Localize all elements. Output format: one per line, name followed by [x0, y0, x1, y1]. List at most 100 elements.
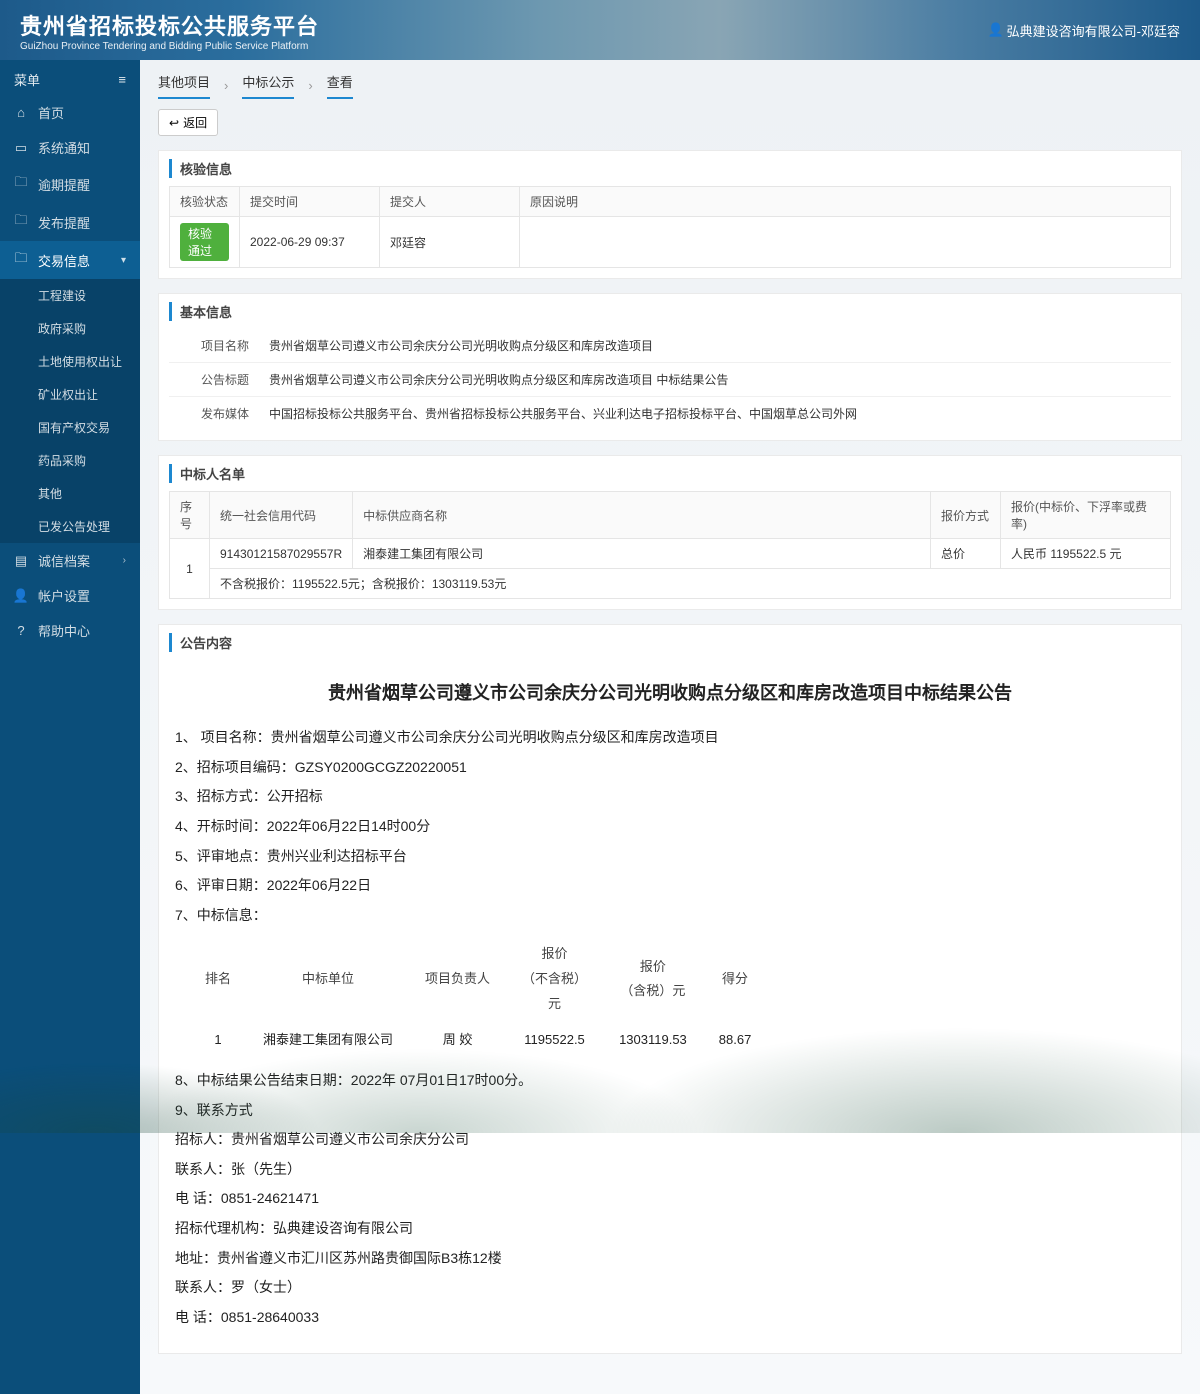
sidebar-item-label: 交易信息 — [38, 251, 90, 270]
sidebar-item-label: 帐户设置 — [38, 586, 90, 605]
cell-reason — [520, 217, 1171, 268]
td: 1303119.53 — [603, 1022, 703, 1059]
menu-toggle-icon[interactable]: ≡ — [118, 72, 126, 87]
cell-idx: 1 — [170, 539, 210, 599]
sidebar-item[interactable]: ▤ 诚信档案 › — [0, 543, 140, 578]
main-content: 其他项目 › 中标公示 › 查看 ↩ 返回 核验信息 核验状态 提交时间 提交人… — [140, 60, 1200, 1394]
sidebar: 菜单 ≡ ⌂首页▭系统通知🗀逾期提醒🗀发布提醒🗀交易信息▾工程建设政府采购土地使… — [0, 60, 140, 1394]
th-submitter: 提交人 — [380, 187, 520, 217]
td: 1195522.5 — [506, 1022, 603, 1059]
sidebar-item[interactable]: ⌂首页 — [0, 95, 140, 130]
kv-label: 项目名称 — [169, 329, 259, 362]
sidebar-item-label: 逾期提醒 — [38, 175, 90, 194]
cell-usci: 91430121587029557R — [210, 539, 353, 569]
announce-line: 1、 项目名称：贵州省烟草公司遵义市公司余庆分公司光明收购点分级区和库房改造项目 — [175, 724, 1165, 751]
kv-label: 发布媒体 — [169, 397, 259, 430]
cell-price: 人民币 1195522.5 元 — [1001, 539, 1171, 569]
sidebar-item[interactable]: 🗀发布提醒 — [0, 203, 140, 241]
sidebar-item[interactable]: ▭ 系统通知 — [0, 130, 140, 165]
table-row: 1 91430121587029557R 湘泰建工集团有限公司 总价 人民币 1… — [170, 539, 1171, 569]
table-row: 核验通过 2022-06-29 09:37 邓廷容 — [170, 217, 1171, 268]
announce-line: 联系人：罗（女士） — [175, 1274, 1165, 1301]
sidebar-subitem[interactable]: 药品采购 — [0, 444, 140, 477]
th: 报价 （含税）元 — [603, 936, 703, 1022]
back-label: 返回 — [183, 114, 207, 131]
table-row: 不含税报价：1195522.5元；含税报价：1303119.53元 — [170, 569, 1171, 599]
verify-panel: 核验信息 核验状态 提交时间 提交人 原因说明 核验通过 2022-06-29 … — [158, 150, 1182, 279]
sidebar-subitem[interactable]: 其他 — [0, 477, 140, 510]
sidebar-item[interactable]: 🗀逾期提醒 — [0, 165, 140, 203]
th: 得分 — [703, 936, 768, 1022]
sidebar-subitem[interactable]: 工程建设 — [0, 279, 140, 312]
announce-line: 4、开标时间：2022年06月22日14时00分 — [175, 813, 1165, 840]
brand-subtitle: GuiZhou Province Tendering and Bidding P… — [20, 41, 319, 52]
cell-method: 总价 — [931, 539, 1001, 569]
announce-line: 6、评审日期：2022年06月22日 — [175, 872, 1165, 899]
announce-line: 7、中标信息： — [175, 902, 1165, 929]
sidebar-subitem[interactable]: 国有产权交易 — [0, 411, 140, 444]
chevron-right-icon: › — [123, 555, 126, 566]
kv-value: 贵州省烟草公司遵义市公司余庆分公司光明收购点分级区和库房改造项目 — [259, 329, 799, 362]
announce-line: 8、中标结果公告结束日期：2022年 07月01日17时00分。 — [175, 1067, 1165, 1094]
home-icon: ⌂ — [14, 105, 28, 120]
sidebar-item[interactable]: ?帮助中心 — [0, 613, 140, 648]
cell-note: 不含税报价：1195522.5元；含税报价：1303119.53元 — [210, 569, 1171, 599]
card-icon: ▤ — [14, 553, 28, 569]
td: 周 姣 — [409, 1022, 506, 1059]
announce-line: 招标人：贵州省烟草公司遵义市公司余庆分公司 — [175, 1126, 1165, 1153]
breadcrumb-item[interactable]: 查看 — [327, 72, 353, 99]
brand: 贵州省招标投标公共服务平台 GuiZhou Province Tendering… — [20, 9, 319, 52]
panel-title: 基本信息 — [169, 302, 1171, 321]
sidebar-item-label: 土地使用权出让 — [38, 353, 122, 370]
bell-icon: ▭ — [14, 140, 28, 156]
back-button[interactable]: ↩ 返回 — [158, 109, 218, 136]
back-icon: ↩ — [169, 116, 179, 130]
cell-submitter: 邓廷容 — [380, 217, 520, 268]
sidebar-item[interactable]: 🗀交易信息▾ — [0, 241, 140, 279]
panel-title: 核验信息 — [169, 159, 1171, 178]
help-icon: ? — [14, 623, 28, 638]
send-icon: 🗀 — [14, 211, 28, 233]
sidebar-subitem[interactable]: 矿业权出让 — [0, 378, 140, 411]
user-icon: 👤 — [14, 588, 28, 604]
kv-label: 公告标题 — [169, 363, 259, 396]
td: 88.67 — [703, 1022, 768, 1059]
breadcrumb-item[interactable]: 中标公示 — [242, 72, 294, 99]
announce-body: 贵州省烟草公司遵义市公司余庆分公司光明收购点分级区和库房改造项目中标结果公告 1… — [169, 660, 1171, 1343]
announce-line: 电 话：0851-28640033 — [175, 1304, 1165, 1331]
announce-heading: 贵州省烟草公司遵义市公司余庆分公司光明收购点分级区和库房改造项目中标结果公告 — [175, 676, 1165, 710]
winners-table: 序号 统一社会信用代码 中标供应商名称 报价方式 报价(中标价、下浮率或费率) … — [169, 491, 1171, 599]
winners-panel: 中标人名单 序号 统一社会信用代码 中标供应商名称 报价方式 报价(中标价、下浮… — [158, 455, 1182, 610]
sidebar-item-label: 系统通知 — [38, 138, 90, 157]
sidebar-subitem[interactable]: 政府采购 — [0, 312, 140, 345]
kv-row: 项目名称 贵州省烟草公司遵义市公司余庆分公司光明收购点分级区和库房改造项目 — [169, 329, 1171, 363]
sidebar-subitem[interactable]: 已发公告处理 — [0, 510, 140, 543]
sidebar-item[interactable]: 👤 帐户设置 — [0, 578, 140, 613]
announce-line: 电 话：0851-24621471 — [175, 1185, 1165, 1212]
td: 1 — [189, 1022, 247, 1059]
th: 统一社会信用代码 — [210, 492, 353, 539]
user-icon: 👤 — [989, 22, 1003, 38]
doc-icon: 🗀 — [14, 249, 28, 271]
sidebar-subitem[interactable]: 土地使用权出让 — [0, 345, 140, 378]
basic-panel: 基本信息 项目名称 贵州省烟草公司遵义市公司余庆分公司光明收购点分级区和库房改造… — [158, 293, 1182, 441]
th: 序号 — [170, 492, 210, 539]
sidebar-item-label: 政府采购 — [38, 320, 86, 337]
td: 湘泰建工集团有限公司 — [247, 1022, 409, 1059]
th: 报价(中标价、下浮率或费率) — [1001, 492, 1171, 539]
breadcrumb: 其他项目 › 中标公示 › 查看 — [158, 72, 1182, 99]
sidebar-item-label: 诚信档案 — [38, 551, 90, 570]
announce-line: 5、评审地点：贵州兴业利达招标平台 — [175, 843, 1165, 870]
user-info[interactable]: 👤 弘典建设咨询有限公司-邓廷容 — [989, 21, 1180, 40]
th: 报价方式 — [931, 492, 1001, 539]
announce-line: 9、联系方式 — [175, 1097, 1165, 1124]
breadcrumb-item[interactable]: 其他项目 — [158, 72, 210, 99]
announce-line: 3、招标方式：公开招标 — [175, 783, 1165, 810]
top-bar: 贵州省招标投标公共服务平台 GuiZhou Province Tendering… — [0, 0, 1200, 60]
breadcrumb-sep: › — [224, 78, 228, 93]
announce-line: 联系人：张（先生） — [175, 1156, 1165, 1183]
kv-row: 发布媒体 中国招标投标公共服务平台、贵州省招标投标公共服务平台、兴业利达电子招标… — [169, 397, 1171, 430]
announce-line: 地址：贵州省遵义市汇川区苏州路贵御国际B3栋12楼 — [175, 1245, 1165, 1272]
sidebar-menu-label: 菜单 — [14, 70, 40, 89]
th-reason: 原因说明 — [520, 187, 1171, 217]
